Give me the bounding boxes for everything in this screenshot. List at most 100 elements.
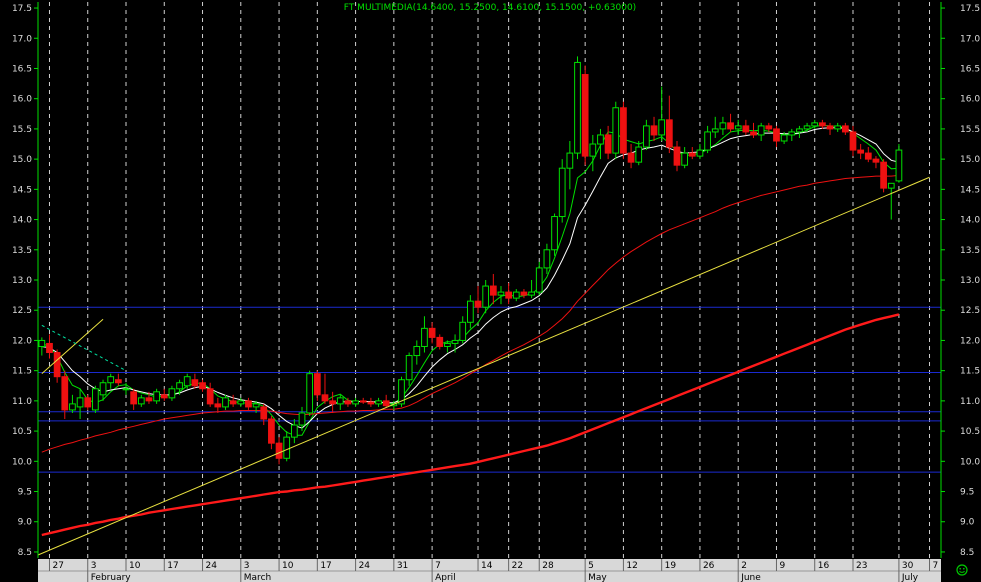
x-tick-label: 2 (741, 561, 747, 571)
candle-body (742, 125, 750, 133)
candle-body (895, 149, 903, 182)
month-label: February (91, 573, 132, 582)
candle-body (773, 128, 780, 142)
candle-body (336, 397, 344, 405)
candle-body (298, 412, 306, 426)
candle-body (520, 291, 528, 296)
candle-body (551, 216, 558, 251)
y-tick-label: 13.0 (12, 276, 32, 286)
candle-body (451, 339, 459, 344)
candle-body (841, 125, 849, 133)
candle-body (413, 345, 421, 357)
candle-body (719, 122, 727, 130)
candle-body (489, 285, 497, 296)
x-tick-label: 17 (320, 561, 331, 571)
candle-body (849, 131, 857, 151)
candle-body (803, 125, 811, 130)
candle (398, 376, 405, 407)
candle-body (191, 379, 199, 387)
candle-body (826, 125, 834, 130)
candle-body (688, 152, 696, 157)
x-tick-label: 30 (902, 561, 914, 571)
candle-body (206, 388, 214, 405)
candle-body (46, 342, 53, 354)
candle-body (597, 134, 604, 145)
y-tick-label: 12.0 (12, 336, 32, 346)
candle-body (107, 376, 115, 384)
y-tick-label: 12.5 (12, 306, 32, 316)
candle-body (734, 125, 742, 130)
x-tick-label: 12 (626, 561, 637, 571)
candle-body (245, 400, 252, 408)
candle-body (222, 397, 229, 408)
candle-body (444, 342, 451, 347)
candle-body (612, 107, 620, 154)
candle-body (466, 300, 474, 323)
candle-body (176, 382, 183, 390)
candle-body (306, 373, 314, 414)
x-tick-label: 10 (129, 561, 141, 571)
candle-body (765, 125, 773, 130)
candle-body (750, 131, 757, 136)
x-tick-label: 24 (359, 561, 371, 571)
x-tick-label: 31 (397, 561, 408, 571)
month-label: April (435, 573, 456, 582)
candle-body (872, 158, 880, 163)
candle-body (704, 131, 711, 151)
candle-body (880, 161, 887, 189)
candle-body (864, 152, 872, 160)
candle-body (604, 134, 612, 154)
y-tick-label: 17.5 (960, 4, 980, 14)
candle-body (329, 400, 336, 405)
candle-body (313, 373, 321, 396)
y-tick-label: 9.0 (960, 518, 975, 528)
candle-body (581, 74, 589, 157)
y-tick-label: 15.5 (960, 125, 980, 135)
y-tick-label: 11.5 (12, 367, 32, 377)
candle-body (375, 400, 382, 405)
x-tick-label: 27 (52, 561, 63, 571)
candle-body (459, 321, 467, 341)
y-tick-label: 8.5 (960, 548, 974, 558)
candle-body (528, 291, 535, 296)
candle-body (574, 61, 581, 154)
candle-body (76, 397, 84, 408)
x-tick-label: 7 (933, 561, 939, 571)
y-tick-label: 8.5 (18, 548, 32, 558)
y-tick-label: 10.5 (12, 427, 32, 437)
candle (880, 159, 887, 193)
candle-body (627, 152, 635, 163)
chart-title: FT MULTIMEDIA(14.6400, 15.2500, 14.6100,… (344, 3, 636, 13)
y-tick-label: 17.5 (12, 4, 32, 14)
x-tick-label: 5 (588, 561, 594, 571)
candle-body (681, 152, 689, 166)
candle-body (84, 397, 92, 408)
candle-body (92, 388, 99, 411)
candle (895, 144, 903, 183)
candle-body (780, 134, 788, 142)
x-tick-label: 19 (665, 561, 677, 571)
y-tick-label: 16.5 (12, 64, 32, 74)
candle-body (543, 249, 551, 269)
y-tick-label: 17.0 (12, 34, 32, 44)
x-tick-label: 26 (703, 561, 715, 571)
x-tick-label: 3 (91, 561, 97, 571)
candle-body (183, 376, 191, 387)
candle-body (114, 379, 122, 384)
candle-body (558, 167, 566, 218)
candle-body (428, 327, 436, 338)
y-tick-label: 14.5 (12, 185, 32, 195)
candle-body (857, 149, 865, 154)
x-tick-label: 24 (206, 561, 218, 571)
candle-body (122, 388, 130, 391)
candle (574, 56, 581, 160)
candle-body (512, 291, 520, 299)
candle-body (811, 122, 819, 127)
candle-body (796, 128, 803, 133)
candle-body (321, 394, 329, 402)
y-tick-label: 14.5 (960, 185, 980, 195)
candle (581, 65, 589, 166)
candle-body (535, 267, 543, 293)
candle (551, 213, 558, 256)
candle-body (382, 400, 390, 407)
